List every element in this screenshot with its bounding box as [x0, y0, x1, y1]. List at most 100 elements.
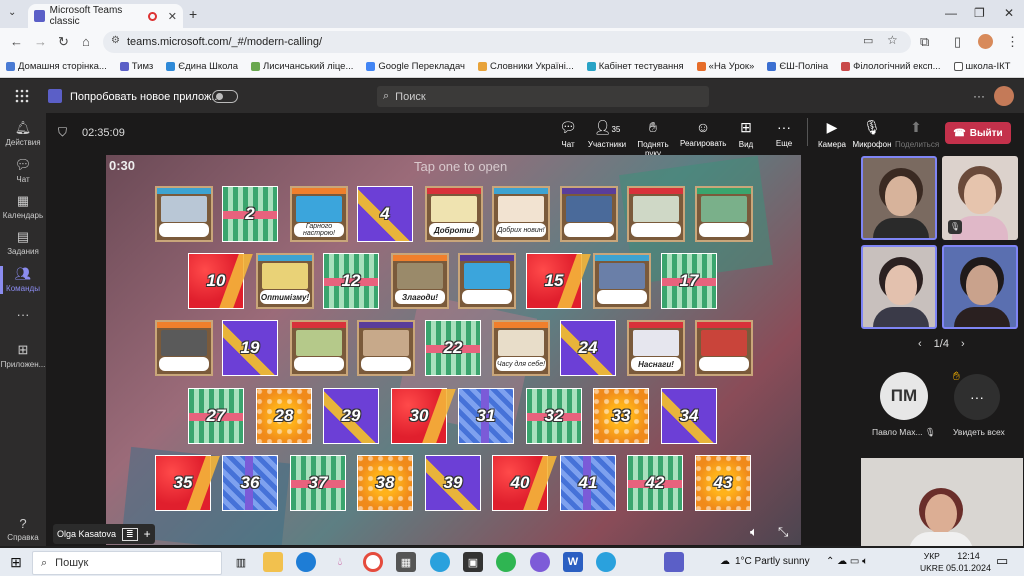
game-tile-number[interactable]: 17	[661, 253, 717, 309]
app-launcher-icon[interactable]	[15, 89, 29, 103]
tab-search-icon[interactable]: ⌄	[8, 7, 16, 18]
site-info-icon[interactable]: ⚙	[111, 35, 120, 46]
participant-avatar[interactable]: ПМ	[880, 372, 928, 420]
chat-button[interactable]: 💬︎ Чат	[557, 119, 579, 149]
rail-item-help[interactable]: ? Справка	[0, 516, 46, 542]
rail-item-chat[interactable]: 💬︎ Чат	[0, 157, 46, 184]
back-button[interactable]: ←	[10, 34, 23, 49]
game-tile-number[interactable]: 28	[256, 388, 312, 444]
raise-hand-button[interactable]: ✋︎ Поднять руку	[629, 119, 677, 158]
game-tile-number[interactable]: 37	[290, 455, 346, 511]
participant-video[interactable]	[861, 245, 937, 329]
bookmark-item[interactable]: Домашня сторінка...	[6, 61, 107, 72]
app-drop-icon[interactable]: 💧︎	[330, 552, 350, 572]
profile-avatar[interactable]	[978, 34, 993, 49]
participant-video[interactable]	[861, 156, 937, 240]
game-tile-number[interactable]: 41	[560, 455, 616, 511]
chevron-left-icon[interactable]: ‹	[918, 338, 922, 350]
game-tile-number[interactable]: 4	[357, 186, 413, 242]
search-input[interactable]: ⌕ Поиск	[377, 86, 709, 107]
view-button[interactable]: ⊞ Вид	[735, 119, 757, 149]
game-tile-opened[interactable]	[290, 320, 348, 376]
rail-item-more[interactable]: ···	[0, 307, 46, 324]
forward-button[interactable]: →	[34, 34, 47, 49]
game-tile-number[interactable]: 12	[323, 253, 379, 309]
game-tile-opened[interactable]	[695, 186, 753, 242]
game-tile-opened[interactable]	[155, 320, 213, 376]
game-tile-number[interactable]: 29	[323, 388, 379, 444]
game-tile-number[interactable]: 40	[492, 455, 548, 511]
calculator-icon[interactable]: ▦	[396, 552, 416, 572]
game-tile-number[interactable]: 32	[526, 388, 582, 444]
game-tile-number[interactable]: 42	[627, 455, 683, 511]
game-tile-opened[interactable]: Наснаги!	[627, 320, 685, 376]
captions-icon[interactable]: ≣	[122, 527, 138, 541]
taskbar-search[interactable]: ⌕ Пошук	[32, 551, 222, 575]
home-button[interactable]: ⌂	[82, 34, 90, 49]
game-tile-number[interactable]: 38	[357, 455, 413, 511]
rail-item-teams[interactable]: 👥︎ Команды	[0, 266, 46, 294]
close-tab-icon[interactable]: ✕	[168, 10, 177, 23]
fullscreen-exit-icon[interactable]: ⤡	[778, 524, 788, 540]
camera-button[interactable]: ▶︎ Камера	[817, 119, 847, 149]
game-tile-opened[interactable]: Часу для себе!	[492, 320, 550, 376]
game-tile-opened[interactable]: Гарного настрою!	[290, 186, 348, 242]
more-options-icon[interactable]: ···	[973, 89, 985, 103]
rail-item-apps[interactable]: ⊞ Приложен...	[0, 342, 46, 369]
bookmark-item[interactable]: Google Перекладач	[366, 61, 465, 72]
telegram-icon[interactable]	[596, 552, 616, 572]
bookmark-star-icon[interactable]: ☆	[887, 33, 898, 47]
extensions-icon[interactable]: ⧉	[920, 34, 929, 50]
windows-start-icon[interactable]: ⊞	[6, 552, 26, 572]
game-tile-number[interactable]: 34	[661, 388, 717, 444]
bookmark-item[interactable]: Тимз	[119, 61, 153, 72]
camera-in-use-icon[interactable]: ▭	[863, 34, 873, 47]
game-tile-number[interactable]: 10	[188, 253, 244, 309]
bookmark-folder[interactable]: школа-ІКТ	[953, 61, 1010, 72]
speaker-icon[interactable]: 🔈︎	[750, 524, 758, 540]
game-tile-opened[interactable]	[560, 186, 618, 242]
game-tile-number[interactable]: 15	[526, 253, 582, 309]
game-tile-opened[interactable]	[155, 186, 213, 242]
taskbar-clock[interactable]: 12:14 05.01.2024	[946, 550, 991, 574]
share-button[interactable]: ⬆︎ Поделиться	[895, 119, 939, 149]
game-tile-number[interactable]: 36	[222, 455, 278, 511]
chevron-right-icon[interactable]: ›	[961, 338, 965, 350]
game-tile-opened[interactable]: Оптимізму!	[256, 253, 314, 309]
bookmark-item[interactable]: ЄШ-Поліна	[767, 61, 828, 72]
game-tile-opened[interactable]: Злагоди!	[391, 253, 449, 309]
game-tile-opened[interactable]	[695, 320, 753, 376]
close-window-button[interactable]: ✕	[1004, 6, 1014, 20]
system-tray-icons[interactable]: ⌃ ☁︎ ▭ 🔈︎	[826, 556, 868, 567]
user-avatar[interactable]	[994, 86, 1014, 106]
teams-taskbar-icon[interactable]	[664, 552, 684, 572]
game-tile-opened[interactable]	[593, 253, 651, 309]
rail-item-calendar[interactable]: ▦ Календарь	[0, 193, 46, 220]
edge-icon[interactable]	[296, 552, 316, 572]
react-button[interactable]: ☺ Реагировать	[680, 119, 726, 148]
game-tile-opened[interactable]	[458, 253, 516, 309]
bookmark-item[interactable]: Лисичанський ліце...	[250, 61, 353, 72]
whatsapp-icon[interactable]	[496, 552, 516, 572]
rail-item-activity[interactable]: 🔔︎ Действия	[0, 120, 46, 147]
bookmark-item[interactable]: Єдина Школа	[166, 61, 238, 72]
game-tile-number[interactable]: 30	[391, 388, 447, 444]
weather-widget[interactable]: ☁︎ 1°C Partly sunny	[720, 556, 810, 567]
telegram-icon[interactable]	[430, 552, 450, 572]
game-tile-number[interactable]: 27	[188, 388, 244, 444]
minimize-button[interactable]: —	[945, 6, 957, 20]
reload-button[interactable]: ↻	[58, 34, 69, 50]
browser-tab[interactable]: Microsoft Teams classic ✕	[28, 4, 183, 28]
game-tile-number[interactable]: 35	[155, 455, 211, 511]
maximize-button[interactable]: ❐	[974, 6, 985, 20]
file-explorer-icon[interactable]	[263, 552, 283, 572]
bookmark-item[interactable]: Словники Україні...	[477, 61, 574, 72]
game-tile-opened[interactable]: Доброти!	[425, 186, 483, 242]
task-view-icon[interactable]: ▥	[231, 552, 251, 572]
mic-button[interactable]: 🎙︎ Микрофон	[851, 119, 893, 149]
word-icon[interactable]: W	[563, 552, 583, 572]
browser-menu-icon[interactable]: ⋮	[1006, 34, 1019, 50]
new-tab-button[interactable]: +	[189, 6, 197, 22]
see-all-button[interactable]: ···	[954, 374, 1000, 420]
address-bar[interactable]: ⚙ teams.microsoft.com/_#/modern-calling/…	[103, 31, 911, 53]
